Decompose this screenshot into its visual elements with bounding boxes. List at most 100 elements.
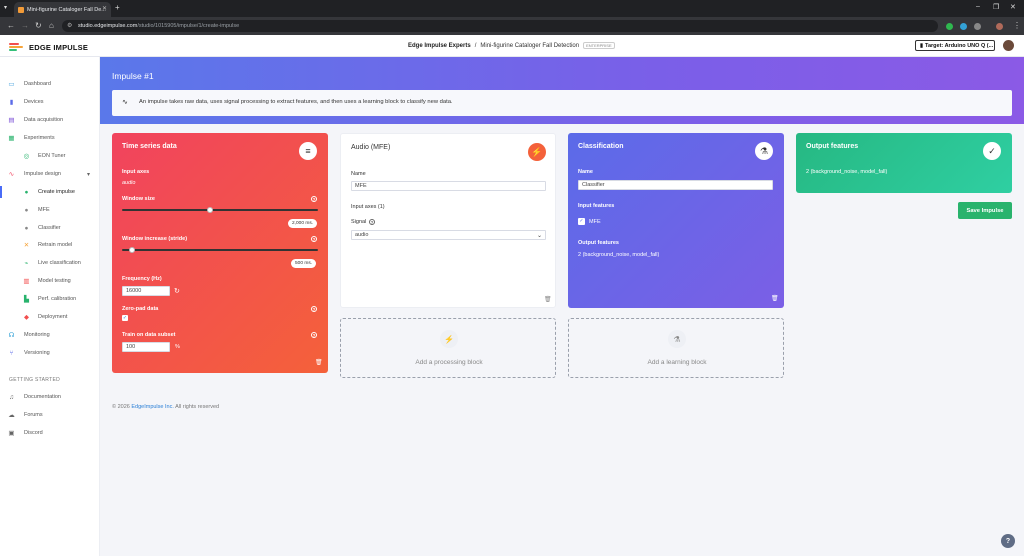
trash-icon[interactable]: 🗑 [315, 359, 323, 366]
testing-icon: ▥ [23, 278, 30, 285]
forward-icon[interactable]: → [21, 21, 29, 30]
trash-icon[interactable]: 🗑 [544, 296, 552, 303]
avatar[interactable] [1003, 40, 1014, 51]
output-features-card: Output features ✓ 2 (background_noise, m… [796, 133, 1012, 193]
trash-icon[interactable]: 🗑 [771, 295, 779, 302]
help-icon[interactable]: ? [311, 332, 317, 338]
browser-tab[interactable]: Mini-figurine Cataloger Fall De... ✕ [14, 2, 111, 17]
window-increase-thumb[interactable] [128, 247, 135, 253]
subset-unit: % [175, 344, 180, 350]
window-size-slider[interactable] [122, 209, 318, 211]
tuner-icon: ◎ [23, 153, 30, 160]
sidebar-item-impulse-design[interactable]: ∿ Impulse design ▾ [0, 167, 100, 181]
flask-icon: ⚗ [668, 330, 686, 348]
maximize-icon[interactable]: ❐ [993, 3, 999, 11]
frequency-input[interactable]: 16000 [122, 286, 170, 296]
sidebar-item-retrain-model[interactable]: ✕ Retrain model [0, 238, 100, 252]
forums-icon: ☁ [8, 412, 15, 419]
breadcrumb: Edge Impulse Experts / Mini-figurine Cat… [408, 42, 615, 49]
reload-icon[interactable]: ↻ [35, 21, 42, 30]
sidebar-item-forums[interactable]: ☁ Forums [0, 408, 100, 422]
add-processing-block-label: Add a processing block [415, 359, 483, 366]
check-icon: ✓ [983, 142, 1001, 160]
help-icon[interactable]: ? [311, 306, 317, 312]
learning-name-input[interactable]: Classifier [578, 180, 773, 190]
processing-block-card: Audio (MFE) ⚡ Name MFE Input axes (1) Si… [340, 133, 556, 308]
home-icon[interactable]: ⌂ [49, 21, 54, 30]
sidebar-item-perf-calibration[interactable]: ▙ Perf. calibration [0, 292, 100, 306]
extension-icon[interactable] [960, 23, 967, 30]
extensions-puzzle-icon[interactable] [974, 23, 981, 30]
sidebar-item-experiments[interactable]: ▦ Experiments [0, 131, 100, 145]
pulse-icon: ∿ [8, 171, 15, 178]
help-icon[interactable]: ? [311, 196, 317, 202]
address-bar-row: ← → ↻ ⌂ ⚙ studio.edgeimpulse.com/studio/… [0, 17, 1024, 35]
url-path: /studio/1015905/impulse/1/create-impulse [137, 23, 240, 29]
window-increase-slider[interactable] [122, 249, 318, 251]
breadcrumb-separator: / [474, 42, 477, 49]
input-axes-label: Input axes [122, 169, 150, 175]
add-learning-block[interactable]: ⚗ Add a learning block [568, 318, 784, 378]
add-processing-block[interactable]: ⚡ Add a processing block [340, 318, 556, 378]
learning-block-card: Classification ⚗ Name Classifier Input f… [568, 133, 784, 308]
help-button[interactable]: ? [1001, 534, 1015, 548]
sidebar-item-versioning[interactable]: ⑂ Versioning [0, 346, 100, 360]
window-size-thumb[interactable] [207, 207, 214, 213]
minimize-icon[interactable]: – [976, 3, 980, 10]
site-info-icon[interactable]: ⚙ [67, 22, 72, 29]
reset-icon[interactable]: ↻ [174, 287, 180, 295]
tab-search-icon[interactable]: ▾ [4, 4, 7, 11]
tab-close-icon[interactable]: ✕ [102, 5, 107, 12]
sidebar-item-create-impulse[interactable]: ● Create impulse [0, 185, 100, 199]
sidebar-item-devices[interactable]: ▮ Devices [0, 95, 100, 109]
sidebar-item-data-acquisition[interactable]: ▤ Data acquisition [0, 113, 100, 127]
sidebar-item-dashboard[interactable]: ▭ Dashboard [0, 77, 100, 91]
sidebar-item-documentation[interactable]: ♫ Documentation [0, 390, 100, 404]
page-title: Impulse #1 [112, 71, 154, 81]
sidebar-item-mfe[interactable]: ● MFE [0, 203, 100, 217]
info-box: ∿ An impulse takes raw data, uses signal… [112, 90, 1012, 116]
versioning-icon: ⑂ [9, 349, 14, 357]
add-learning-block-label: Add a learning block [647, 359, 707, 366]
getting-started-heading: GETTING STARTED [9, 377, 60, 383]
chevron-down-icon: ▾ [87, 171, 91, 178]
breadcrumb-project[interactable]: Mini-figurine Cataloger Fall Detection [480, 43, 579, 49]
breadcrumb-org[interactable]: Edge Impulse Experts [408, 43, 471, 49]
profile-icon[interactable] [996, 23, 1003, 30]
subset-input[interactable]: 100 [122, 342, 170, 352]
sidebar-item-classifier[interactable]: ● Classifier [0, 221, 100, 235]
sidebar-item-deployment[interactable]: ◆ Deployment [0, 310, 100, 324]
address-bar[interactable]: ⚙ studio.edgeimpulse.com/studio/1015905/… [62, 20, 938, 32]
sidebar-item-live-classification[interactable]: ⌁ Live classification [0, 256, 100, 270]
new-tab-icon[interactable]: + [115, 3, 120, 12]
browser-tab-bar: ▾ Mini-figurine Cataloger Fall De... ✕ +… [0, 0, 1024, 17]
close-window-icon[interactable]: ✕ [1010, 3, 1016, 11]
help-icon[interactable]: ? [369, 219, 375, 225]
target-device-button[interactable]: ▮ Target: Arduino UNO Q (... [915, 40, 995, 51]
footer-link[interactable]: EdgeImpulse Inc. [131, 404, 174, 410]
help-icon[interactable]: ? [311, 236, 317, 242]
footer: © 2026 EdgeImpulse Inc. All rights reser… [112, 404, 219, 410]
signal-value: audio [355, 232, 369, 238]
tab-title: Mini-figurine Cataloger Fall De... [27, 6, 106, 13]
name-label: Name [351, 171, 366, 177]
sidebar-item-model-testing[interactable]: ▥ Model testing [0, 274, 100, 288]
mfe-checkbox[interactable]: ✓ [578, 218, 585, 225]
save-impulse-button[interactable]: Save Impulse [958, 202, 1012, 219]
sidebar-item-discord[interactable]: ▣ Discord [0, 426, 100, 440]
discord-icon: ▣ [8, 430, 15, 437]
signal-select[interactable]: audio ⌄ [351, 230, 546, 240]
extension-icon[interactable] [946, 23, 953, 30]
processing-name-input[interactable]: MFE [351, 181, 546, 191]
logo[interactable]: EDGE IMPULSE [9, 43, 88, 52]
back-icon[interactable]: ← [7, 21, 15, 30]
lightning-icon: ⚡ [440, 330, 458, 348]
card-title: Time series data [122, 143, 177, 150]
input-features-label: Input features [578, 203, 615, 209]
card-title: Audio (MFE) [351, 144, 391, 151]
sidebar-item-monitoring[interactable]: ☊ Monitoring [0, 328, 100, 342]
browser-menu-icon[interactable]: ⋮ [1013, 21, 1021, 30]
sidebar-item-eon-tuner[interactable]: ◎ EON Tuner [0, 149, 100, 163]
zero-pad-checkbox[interactable]: ✓ [122, 315, 128, 321]
window-increase-label: Window increase (stride) [122, 236, 188, 242]
